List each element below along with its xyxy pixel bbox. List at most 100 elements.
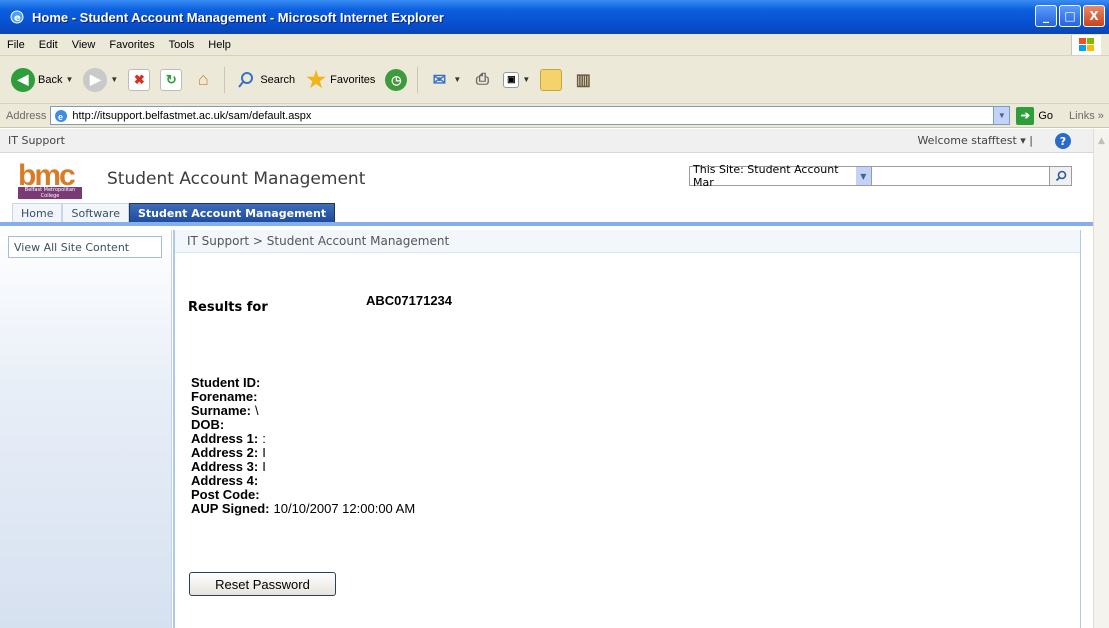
logo-text: bmc (18, 159, 76, 192)
breadcrumb[interactable]: IT Support > Student Account Management (175, 230, 1080, 253)
field-row: Address 1:: (191, 432, 415, 446)
field-label: Address 1: (191, 431, 259, 446)
site-search: This Site: Student Account Mar ▼ (689, 163, 1072, 189)
research-icon: ▥ (575, 71, 591, 89)
search-scope-value: This Site: Student Account Mar (693, 163, 839, 189)
field-value: 10/10/2007 12:00:00 AM (273, 501, 416, 516)
reset-password-button[interactable]: Reset Password (189, 572, 336, 596)
forward-arrow-icon: ▶ (83, 67, 108, 92)
history-icon: ◷ (385, 68, 408, 91)
favorites-button[interactable]: ★ Favorites (302, 67, 378, 93)
address-label: Address (6, 109, 47, 122)
maximize-button[interactable]: □ (1059, 5, 1081, 27)
address-url: http://itsupport.belfastmet.ac.uk/sam/de… (72, 109, 312, 122)
research-button[interactable]: ▥ (569, 67, 597, 93)
sharepoint-top-bar: IT Support Welcome stafftest ▾ | ? (0, 129, 1093, 153)
field-row: Address 3: I (191, 460, 415, 474)
edit-page-icon: ▣ (503, 71, 520, 88)
site-title[interactable]: Student Account Management (107, 169, 365, 189)
close-button[interactable]: X (1083, 5, 1105, 27)
menu-bar: File Edit View Favorites Tools Help (0, 34, 1109, 56)
field-row: Student ID: (191, 376, 415, 390)
search-scope-select[interactable]: This Site: Student Account Mar ▼ (689, 163, 872, 189)
field-row: Post Code: (191, 488, 415, 502)
view-all-site-content-link[interactable]: View All Site Content (8, 236, 162, 258)
chevron-down-icon: ▼ (65, 75, 74, 84)
page-icon: e (53, 108, 68, 123)
windows-logo-icon (1071, 35, 1101, 55)
ie-icon: e (8, 8, 26, 26)
folder-button[interactable] (537, 67, 565, 93)
minimize-button[interactable]: _ (1035, 5, 1057, 27)
field-row: AUP Signed: 10/10/2007 12:00:00 AM (191, 502, 415, 516)
tab-software[interactable]: Software (62, 203, 129, 222)
welcome-text: Welcome stafftest (917, 134, 1017, 147)
svg-text:e: e (14, 13, 21, 24)
field-row: Address 2: I (191, 446, 415, 460)
links-label: Links (1069, 109, 1095, 122)
search-input[interactable] (872, 166, 1050, 186)
history-button[interactable]: ◷ (382, 67, 410, 93)
home-button[interactable]: ⌂ (189, 67, 217, 93)
help-icon[interactable]: ? (1055, 133, 1071, 149)
chevron-down-icon: ▼ (855, 167, 871, 185)
address-input[interactable]: e http://itsupport.belfastmet.ac.uk/sam/… (50, 106, 1011, 125)
address-bar: Address e http://itsupport.belfastmet.ac… (0, 104, 1109, 128)
menu-help[interactable]: Help (201, 39, 238, 51)
menu-favorites[interactable]: Favorites (102, 39, 161, 51)
quick-launch: View All Site Content (0, 230, 172, 628)
star-icon: ★ (306, 66, 327, 92)
tab-student-account-management[interactable]: Student Account Management (128, 203, 336, 222)
tab-home[interactable]: Home (12, 203, 63, 222)
field-value: \ (254, 403, 259, 418)
menu-file[interactable]: File (0, 39, 32, 51)
mail-button[interactable]: ✉ ▼ (425, 67, 464, 93)
chevron-down-icon: ▼ (522, 75, 531, 84)
field-label: Address 2: (191, 445, 259, 460)
field-label: Address 4: (191, 473, 259, 488)
student-details: Student ID: Forename: Surname: \ DOB: Add… (191, 376, 415, 516)
bmc-logo: bmc Belfast Metropolitan College (18, 159, 98, 199)
welcome-menu[interactable]: Welcome stafftest ▾ | (917, 134, 1033, 147)
field-row: Address 4: (191, 474, 415, 488)
menu-view[interactable]: View (65, 39, 103, 51)
search-label: Search (260, 73, 296, 86)
menu-tools[interactable]: Tools (162, 39, 202, 51)
field-value: : (262, 431, 266, 446)
search-go-button[interactable] (1050, 166, 1072, 186)
search-button[interactable]: Search (232, 67, 298, 93)
window-title-bar[interactable]: e Home - Student Account Management - Mi… (0, 0, 1109, 34)
toolbar-separator (417, 66, 419, 93)
field-row: Surname: \ (191, 404, 415, 418)
search-icon (235, 69, 257, 91)
window-title: Home - Student Account Management - Micr… (32, 9, 444, 25)
refresh-icon: ↻ (160, 68, 183, 91)
stop-button[interactable]: ✖ (125, 67, 153, 93)
browser-toolbar: ◀ Back ▼ ▶ ▼ ✖ ↻ ⌂ Search ★ Favorites ◷ … (0, 56, 1109, 104)
back-button[interactable]: ◀ Back ▼ (8, 66, 76, 94)
page-viewport: IT Support Welcome stafftest ▾ | ? bmc B… (0, 129, 1093, 628)
scroll-up-icon[interactable]: ▲ (1094, 133, 1109, 149)
print-button[interactable]: ⎙ (468, 67, 496, 93)
site-link-it-support[interactable]: IT Support (8, 134, 65, 147)
main-content: IT Support > Student Account Management … (173, 230, 1081, 628)
field-label: Student ID: (191, 375, 261, 390)
refresh-button[interactable]: ↻ (157, 67, 185, 93)
chevron-down-icon: ▼ (453, 75, 462, 84)
forward-button[interactable]: ▶ ▼ (80, 66, 121, 94)
field-row: Forename: (191, 390, 415, 404)
results-value: ABC07171234 (366, 293, 453, 308)
address-dropdown-icon[interactable]: ▼ (993, 107, 1010, 124)
field-label: DOB: (191, 417, 225, 432)
back-arrow-icon: ◀ (11, 67, 35, 92)
menu-edit[interactable]: Edit (32, 39, 65, 51)
vertical-scrollbar[interactable]: ▲ (1093, 129, 1109, 628)
mail-icon: ✉ (432, 71, 447, 89)
go-button[interactable]: ➔ Go (1016, 106, 1053, 125)
logo-subtitle: Belfast Metropolitan College (18, 187, 82, 199)
folder-icon (540, 68, 563, 91)
links-button[interactable]: Links » (1069, 110, 1104, 122)
home-icon: ⌂ (197, 69, 209, 89)
edit-button[interactable]: ▣ ▼ (500, 70, 533, 90)
field-value: I (262, 459, 266, 474)
